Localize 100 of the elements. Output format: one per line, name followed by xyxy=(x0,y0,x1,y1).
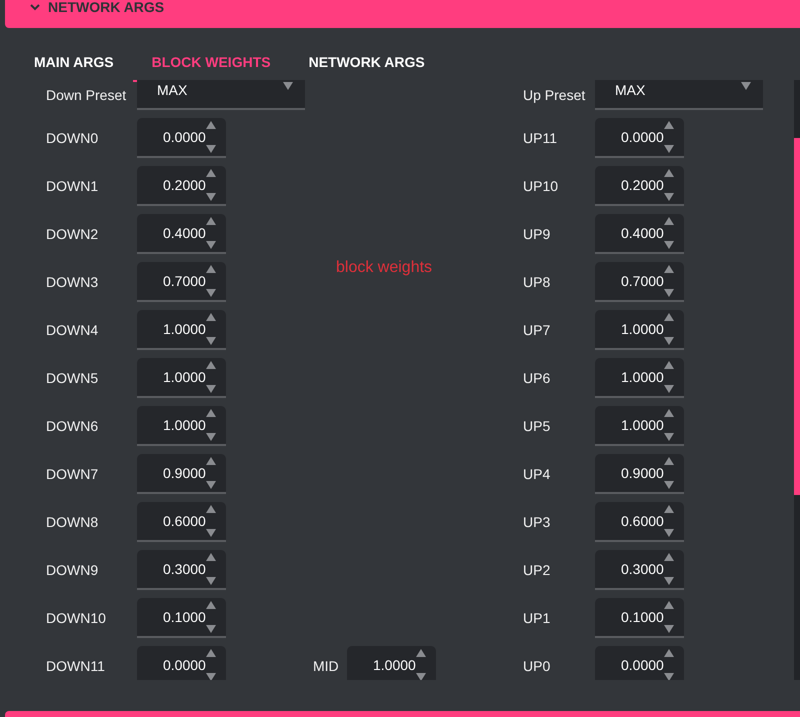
increment-icon[interactable] xyxy=(206,457,216,465)
field-label: DOWN6 xyxy=(46,418,100,434)
number-field[interactable]: 1.0000 xyxy=(595,358,684,398)
number-field[interactable]: 1.0000 xyxy=(137,358,226,398)
field-label: DOWN11 xyxy=(46,658,106,674)
scrollbar[interactable] xyxy=(794,80,800,680)
number-field[interactable]: 1.0000 xyxy=(595,406,684,446)
increment-icon[interactable] xyxy=(206,553,216,561)
section-header[interactable]: NETWORK ARGS xyxy=(5,0,800,28)
increment-icon[interactable] xyxy=(664,505,674,513)
number-field[interactable]: 0.3000 xyxy=(595,550,684,590)
decrement-icon[interactable] xyxy=(206,577,216,585)
decrement-icon[interactable] xyxy=(664,193,674,201)
field-label: UP8 xyxy=(523,274,552,290)
number-field[interactable]: 0.6000 xyxy=(595,502,684,542)
number-field[interactable]: 0.0000 xyxy=(137,118,226,158)
decrement-icon[interactable] xyxy=(664,625,674,633)
tab[interactable]: NETWORK ARGS xyxy=(290,48,444,82)
tab[interactable]: MAIN ARGS xyxy=(15,48,133,82)
number-field[interactable]: 0.4000 xyxy=(595,214,684,254)
number-field[interactable]: 0.1000 xyxy=(137,598,226,638)
increment-icon[interactable] xyxy=(664,457,674,465)
increment-icon[interactable] xyxy=(664,217,674,225)
number-field[interactable]: 0.7000 xyxy=(137,262,226,302)
field-label: MID xyxy=(313,658,340,674)
field-label: DOWN8 xyxy=(46,514,100,530)
increment-icon[interactable] xyxy=(664,265,674,273)
increment-icon[interactable] xyxy=(206,217,216,225)
field-label: DOWN3 xyxy=(46,274,100,290)
decrement-icon[interactable] xyxy=(206,481,216,489)
decrement-icon[interactable] xyxy=(206,337,216,345)
number-field[interactable]: 1.0000 xyxy=(347,646,436,680)
increment-icon[interactable] xyxy=(206,409,216,417)
increment-icon[interactable] xyxy=(664,601,674,609)
decrement-icon[interactable] xyxy=(206,433,216,441)
decrement-icon[interactable] xyxy=(206,529,216,537)
decrement-icon[interactable] xyxy=(664,289,674,297)
increment-icon[interactable] xyxy=(664,313,674,321)
field-label: UP0 xyxy=(523,658,552,674)
number-field[interactable]: 0.3000 xyxy=(137,550,226,590)
decrement-icon[interactable] xyxy=(206,289,216,297)
decrement-icon[interactable] xyxy=(206,241,216,249)
number-field[interactable]: 0.0000 xyxy=(595,118,684,158)
increment-icon[interactable] xyxy=(206,361,216,369)
number-field[interactable]: 0.9000 xyxy=(137,454,226,494)
increment-icon[interactable] xyxy=(206,169,216,177)
number-field[interactable]: 0.6000 xyxy=(137,502,226,542)
decrement-icon[interactable] xyxy=(664,529,674,537)
increment-icon[interactable] xyxy=(206,601,216,609)
field-label: DOWN0 xyxy=(46,130,100,146)
decrement-icon[interactable] xyxy=(664,241,674,249)
number-field[interactable]: 0.1000 xyxy=(595,598,684,638)
decrement-icon[interactable] xyxy=(416,673,426,680)
decrement-icon[interactable] xyxy=(206,625,216,633)
number-field[interactable]: 0.9000 xyxy=(595,454,684,494)
decrement-icon[interactable] xyxy=(206,673,216,680)
increment-icon[interactable] xyxy=(664,169,674,177)
dropdown-icon[interactable] xyxy=(741,82,751,90)
decrement-icon[interactable] xyxy=(664,481,674,489)
preset-select[interactable]: MAX xyxy=(137,80,305,110)
decrement-icon[interactable] xyxy=(664,145,674,153)
field-label: UP2 xyxy=(523,562,552,578)
increment-icon[interactable] xyxy=(206,265,216,273)
increment-icon[interactable] xyxy=(206,649,216,657)
increment-icon[interactable] xyxy=(206,505,216,513)
number-field[interactable]: 1.0000 xyxy=(137,406,226,446)
number-field[interactable]: 0.2000 xyxy=(595,166,684,206)
dropdown-icon[interactable] xyxy=(283,82,293,90)
number-field[interactable]: 0.7000 xyxy=(595,262,684,302)
increment-icon[interactable] xyxy=(206,121,216,129)
number-field[interactable]: 0.0000 xyxy=(595,646,684,680)
number-field[interactable]: 0.0000 xyxy=(137,646,226,680)
decrement-icon[interactable] xyxy=(664,673,674,680)
increment-icon[interactable] xyxy=(206,313,216,321)
field-label: UP10 xyxy=(523,178,560,194)
increment-icon[interactable] xyxy=(664,409,674,417)
decrement-icon[interactable] xyxy=(206,145,216,153)
decrement-icon[interactable] xyxy=(664,577,674,585)
number-field[interactable]: 0.4000 xyxy=(137,214,226,254)
decrement-icon[interactable] xyxy=(664,433,674,441)
decrement-icon[interactable] xyxy=(664,385,674,393)
number-field[interactable]: 1.0000 xyxy=(595,310,684,350)
increment-icon[interactable] xyxy=(664,553,674,561)
field-label: UP3 xyxy=(523,514,552,530)
increment-icon[interactable] xyxy=(664,649,674,657)
decrement-icon[interactable] xyxy=(206,385,216,393)
preset-select[interactable]: MAX xyxy=(595,80,763,110)
field-label: UP6 xyxy=(523,370,552,386)
field-label: UP9 xyxy=(523,226,552,242)
field-label: Down Preset xyxy=(46,87,128,103)
decrement-icon[interactable] xyxy=(206,193,216,201)
number-field[interactable]: 1.0000 xyxy=(137,310,226,350)
field-label: UP5 xyxy=(523,418,552,434)
field-label: UP1 xyxy=(523,610,552,626)
chevron-down-icon[interactable] xyxy=(30,3,40,11)
increment-icon[interactable] xyxy=(664,121,674,129)
number-field[interactable]: 0.2000 xyxy=(137,166,226,206)
increment-icon[interactable] xyxy=(664,361,674,369)
increment-icon[interactable] xyxy=(416,649,426,657)
decrement-icon[interactable] xyxy=(664,337,674,345)
